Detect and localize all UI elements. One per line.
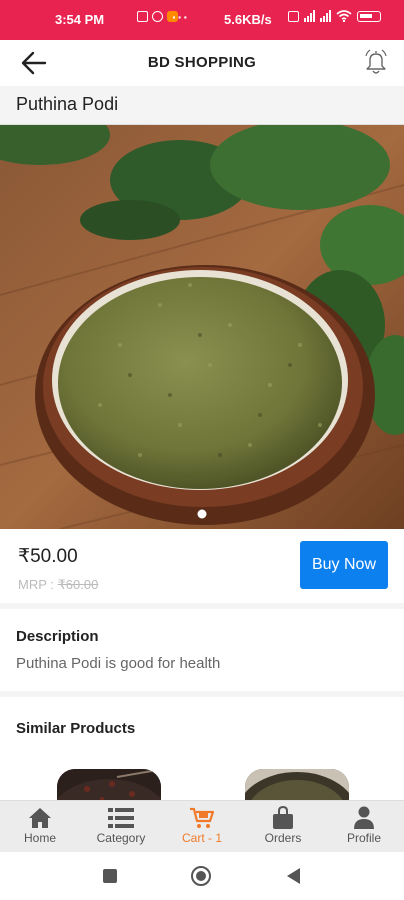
product-name-bar: Puthina Podi [0,86,404,125]
status-system-icons [288,10,381,22]
nav-cart[interactable]: Cart - 1 [162,805,242,845]
similar-product-image [57,769,161,801]
nav-profile[interactable]: Profile [324,805,404,845]
volte-icon [288,10,299,22]
product-price: ₹50.00 [18,546,78,567]
similar-products-heading: Similar Products [16,720,136,737]
person-icon [354,806,374,829]
carousel-dot[interactable] [197,509,207,519]
similar-product-card[interactable] [57,769,161,801]
signal-icon-2 [320,10,331,22]
description-heading: Description [16,628,99,645]
app-title: BD SHOPPING [147,54,257,71]
bottom-navigation: Home Category Cart - 1 Orders Profile [0,800,404,853]
product-name: Puthina Podi [16,94,119,114]
nav-home-label: Home [23,831,56,845]
nav-category[interactable]: Category [81,805,161,845]
back-button[interactable] [287,868,300,884]
app-bar: BD SHOPPING [0,40,404,86]
price-section: ₹50.00 MRP : ₹60.00 Buy Now [0,529,404,603]
nav-home[interactable]: Home [0,805,80,845]
home-icon [29,808,51,828]
similar-product-image [245,769,349,801]
nav-profile-label: Profile [346,831,381,845]
description-section: Description Puthina Podi is good for hea… [0,609,404,691]
product-photo [0,125,404,529]
nav-category-label: Category [96,831,146,845]
system-navigation-bar [0,852,404,900]
bag-icon [273,806,293,829]
home-button[interactable] [191,866,211,886]
product-image[interactable] [0,125,404,529]
network-speed: 5.6KB/s [224,12,272,27]
status-bar: 3:54 PM ··· 5.6KB/s [0,0,404,40]
mrp-value: ₹60.00 [57,577,99,592]
wifi-icon [336,10,352,22]
gmail-icon [137,11,148,22]
cart-icon [190,807,215,828]
nav-orders-label: Orders [264,831,302,845]
similar-product-card[interactable] [245,769,349,801]
signal-icon [304,10,315,22]
battery-icon [357,10,381,22]
list-icon [108,808,134,828]
status-time: 3:54 PM [55,12,105,27]
mrp-label: MRP : [18,577,58,592]
more-notifications-icon: ··· [172,9,189,25]
search-icon [152,11,163,22]
nav-cart-label: Cart - 1 [181,831,222,845]
similar-products-section: Similar Products [0,697,404,801]
product-mrp: MRP : ₹60.00 [18,577,98,593]
nav-orders[interactable]: Orders [243,805,323,845]
recents-button[interactable] [103,869,117,883]
buy-now-button[interactable]: Buy Now [300,541,388,589]
description-text: Puthina Podi is good for health [16,655,221,672]
bell-icon[interactable] [362,48,390,76]
